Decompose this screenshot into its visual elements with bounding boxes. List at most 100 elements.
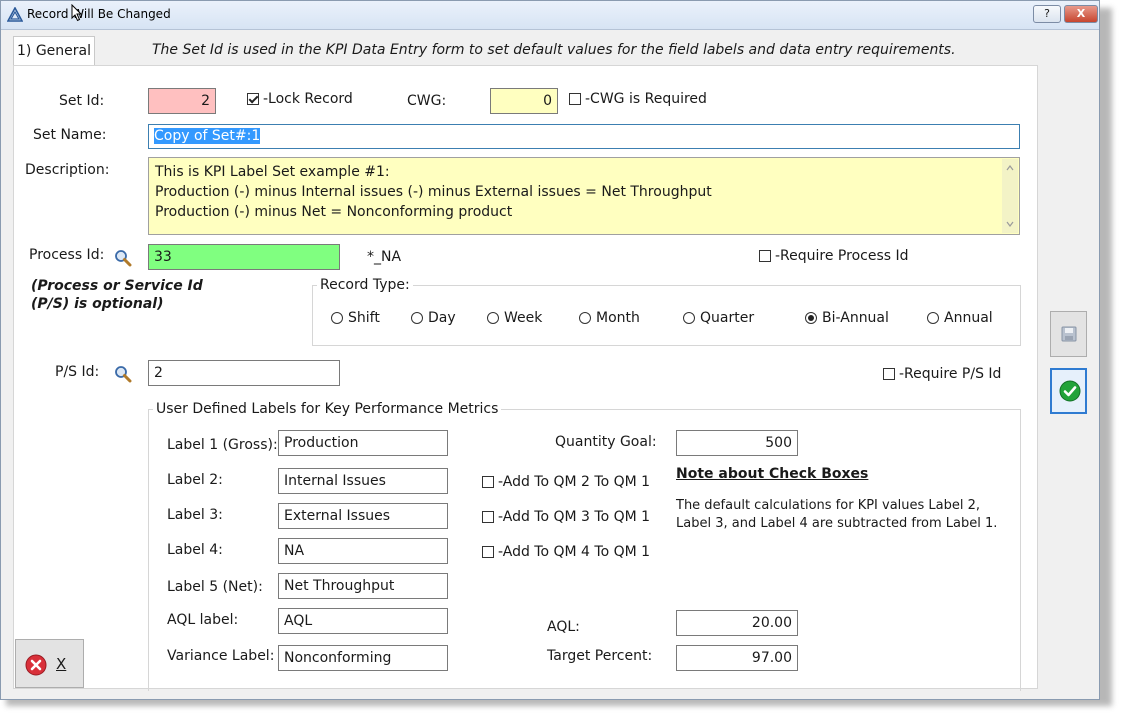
add-qm4-checkbox[interactable]: -Add To QM 4 To QM 1 (482, 544, 650, 560)
require-process-id-checkbox[interactable]: -Require Process Id (759, 248, 909, 264)
label1-label: Label 1 (Gross): (167, 437, 278, 453)
radio-quarter-icon[interactable] (683, 312, 695, 324)
record-type-bi-annual-label: Bi-Annual (822, 310, 889, 326)
set-id-label: Set Id: (59, 93, 105, 109)
ps-optional-note: (Process or Service Id (P/S) is optional… (31, 277, 203, 313)
label5-label: Label 5 (Net): (167, 579, 263, 595)
quantity-goal-label: Quantity Goal: (555, 434, 657, 450)
save-button[interactable] (1050, 311, 1087, 357)
description-line-3: Production (-) minus Net = Nonconforming… (155, 204, 513, 220)
radio-annual-icon[interactable] (927, 312, 939, 324)
add-qm3-checkbox[interactable]: -Add To QM 3 To QM 1 (482, 509, 650, 525)
label4-input[interactable]: NA (278, 538, 448, 564)
add-qm2-check-icon[interactable] (482, 476, 494, 488)
record-type-shift[interactable]: Shift (331, 310, 380, 326)
cwg-label: CWG: (407, 93, 447, 109)
add-qm4-check-icon[interactable] (482, 546, 494, 558)
window-close-button[interactable]: X (1064, 5, 1098, 23)
cwg-required-checkbox[interactable]: -CWG is Required (569, 91, 707, 107)
label5-input[interactable]: Net Throughput (278, 573, 448, 599)
radio-day-icon[interactable] (411, 312, 423, 324)
help-button[interactable]: ? (1033, 5, 1061, 23)
lock-record-checkbox[interactable]: -Lock Record (247, 91, 353, 107)
radio-month-icon[interactable] (579, 312, 591, 324)
set-name-input[interactable]: Copy of Set#:1 (148, 124, 1020, 149)
set-name-label: Set Name: (33, 127, 107, 143)
mouse-cursor-icon (71, 4, 83, 22)
require-ps-id-check-icon[interactable] (883, 368, 895, 380)
ps-id-input[interactable]: 2 (148, 360, 340, 386)
aql-label-input[interactable]: AQL (278, 608, 448, 634)
record-type-day[interactable]: Day (411, 310, 456, 326)
note-line-1: The default calculations for KPI values … (676, 498, 981, 513)
process-id-input[interactable]: 33 (148, 244, 340, 270)
record-type-day-label: Day (428, 310, 456, 326)
radio-week-icon[interactable] (487, 312, 499, 324)
require-process-id-label: -Require Process Id (775, 248, 909, 264)
require-process-id-check-icon[interactable] (759, 250, 771, 262)
title-bar[interactable]: Record Will Be Changed ? X (1, 1, 1099, 30)
label1-input[interactable]: Production (278, 430, 448, 456)
label2-label: Label 2: (167, 472, 223, 488)
ps-search-icon[interactable] (114, 365, 132, 383)
record-type-annual[interactable]: Annual (927, 310, 993, 326)
add-qm4-label: -Add To QM 4 To QM 1 (498, 544, 651, 560)
record-type-label: Record Type: (317, 277, 413, 293)
tab-general[interactable]: 1) General (13, 36, 95, 66)
scroll-down-icon[interactable] (1006, 221, 1014, 227)
ok-button[interactable] (1050, 368, 1087, 414)
process-id-label: Process Id: (29, 247, 105, 263)
cwg-input[interactable]: 0 (490, 88, 558, 114)
aql-value-label: AQL: (547, 619, 580, 635)
record-type-month-label: Month (596, 310, 640, 326)
label2-input[interactable]: Internal Issues (278, 468, 448, 494)
record-type-shift-label: Shift (348, 310, 380, 326)
cancel-button[interactable]: X (15, 639, 84, 688)
record-type-quarter[interactable]: Quarter (683, 310, 754, 326)
add-qm2-checkbox[interactable]: -Add To QM 2 To QM 1 (482, 474, 650, 490)
aql-label-label: AQL label: (167, 612, 239, 628)
label3-input[interactable]: External Issues (278, 503, 448, 529)
process-search-icon[interactable] (114, 249, 132, 267)
add-qm2-label: -Add To QM 2 To QM 1 (498, 474, 651, 490)
record-type-week[interactable]: Week (487, 310, 542, 326)
cwg-required-label: -CWG is Required (585, 91, 707, 107)
cwg-required-check-icon[interactable] (569, 93, 581, 105)
aql-input[interactable]: 20.00 (676, 610, 798, 636)
checkmark-icon (1059, 380, 1081, 402)
ps-note-line-2: (P/S) is optional) (31, 296, 164, 312)
dialog-window: Record Will Be Changed ? X 1) General Th… (0, 0, 1100, 700)
note-title: Note about Check Boxes (676, 466, 869, 482)
description-line-1: This is KPI Label Set example #1: (155, 164, 390, 180)
require-ps-id-checkbox[interactable]: -Require P/S Id (883, 366, 1001, 382)
record-type-bi-annual[interactable]: Bi-Annual (805, 310, 889, 326)
variance-label-input[interactable]: Nonconforming (278, 645, 448, 671)
add-qm3-check-icon[interactable] (482, 511, 494, 523)
scroll-up-icon[interactable] (1006, 165, 1014, 171)
record-type-quarter-label: Quarter (700, 310, 755, 326)
record-type-month[interactable]: Month (579, 310, 640, 326)
cancel-x-icon (25, 654, 47, 676)
variance-label-label: Variance Label: (167, 648, 275, 664)
tab-description: The Set Id is used in the KPI Data Entry… (152, 42, 956, 58)
window-title: Record Will Be Changed (27, 7, 171, 21)
ps-note-line-1: (Process or Service Id (31, 278, 203, 294)
note-line-2: Label 3, and Label 4 are subtracted from… (676, 516, 998, 531)
radio-shift-icon[interactable] (331, 312, 343, 324)
description-label: Description: (25, 162, 110, 178)
cancel-label: X (56, 655, 67, 673)
record-type-week-label: Week (504, 310, 543, 326)
set-id-input[interactable]: 2 (148, 88, 216, 114)
set-name-selected-text: Copy of Set#:1 (154, 128, 261, 144)
radio-bi-annual-icon[interactable] (805, 312, 817, 324)
target-percent-input[interactable]: 97.00 (676, 645, 798, 671)
description-line-2: Production (-) minus Internal issues (-)… (155, 184, 712, 200)
app-logo-icon (7, 7, 23, 22)
require-ps-id-label: -Require P/S Id (899, 366, 1002, 382)
description-textarea[interactable]: This is KPI Label Set example #1: Produc… (148, 157, 1020, 235)
labels-group-title: User Defined Labels for Key Performance … (153, 401, 502, 417)
quantity-goal-input[interactable]: 500 (676, 430, 798, 456)
description-scrollbar[interactable] (1002, 159, 1018, 233)
lock-record-check-icon[interactable] (247, 93, 259, 105)
lock-record-label: -Lock Record (263, 91, 353, 107)
